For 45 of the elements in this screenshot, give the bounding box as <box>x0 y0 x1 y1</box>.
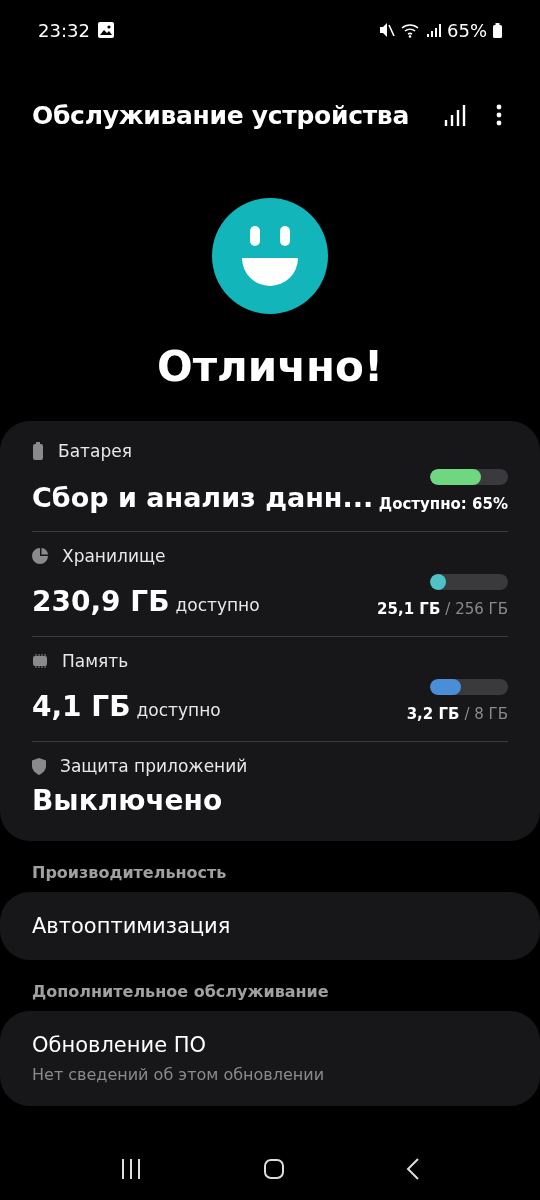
item-title: Обновление ПО <box>32 1033 208 1057</box>
shield-icon <box>32 757 46 775</box>
battery-icon <box>32 442 44 460</box>
back-icon[interactable] <box>405 1158 420 1180</box>
list-item[interactable]: Автооптимизация <box>0 892 540 960</box>
item-label: Батарея <box>58 441 132 461</box>
item-title: Автооптимизация <box>32 914 232 938</box>
item-unit: доступно <box>175 595 260 615</box>
summary-item[interactable]: Хранилище 230,9 ГБ доступно 25,1 ГБ / 256 ГБ <box>32 532 508 637</box>
item-value: 4,1 ГБ <box>32 690 131 723</box>
item-value: 230,9 ГБ <box>32 585 170 618</box>
home-icon[interactable] <box>263 1158 285 1180</box>
item-label: Хранилище <box>62 546 166 566</box>
battery-percent: 65% <box>447 19 487 41</box>
smiley-icon <box>212 198 328 314</box>
used-amount: 25,1 ГБ <box>377 600 441 618</box>
section-title: Дополнительное обслуживание <box>31 981 330 1003</box>
total-amount: / 256 ГБ <box>445 600 508 618</box>
summary-item[interactable]: Защита приложений Выключено <box>32 742 508 835</box>
item-label: Память <box>62 651 129 671</box>
section-title: Производительность <box>31 862 228 884</box>
item-label: Защита приложений <box>60 756 248 776</box>
wifi-icon <box>401 22 421 38</box>
item-reading: Доступно: 65% <box>378 495 508 513</box>
bar-chart-icon <box>444 104 466 126</box>
pie-chart-icon <box>32 548 48 564</box>
more-icon <box>496 104 502 126</box>
item-value: Сбор и анализ данн... <box>32 482 374 513</box>
item-subtitle: Нет сведений об этом обновлении <box>32 1065 326 1084</box>
summary-item[interactable]: Память 4,1 ГБ доступно 3,2 ГБ / 8 ГБ <box>32 637 508 742</box>
clock: 23:32 <box>38 19 90 41</box>
signal-icon <box>427 23 441 37</box>
page-title: Обслуживание устройства <box>32 100 410 130</box>
used-amount: 3,2 ГБ <box>406 705 460 723</box>
list-item[interactable]: Обновление ПО Нет сведений об этом обновлении <box>0 1011 540 1106</box>
summary-item[interactable]: Батарея Сбор и анализ данн... Доступно: 65% <box>32 427 508 532</box>
recent-apps-icon[interactable] <box>120 1158 143 1180</box>
image-icon <box>97 22 114 38</box>
item-value: Выключено <box>32 784 223 817</box>
chip-icon <box>32 653 48 669</box>
total-amount: / 8 ГБ <box>464 705 508 723</box>
item-unit: доступно <box>136 700 221 720</box>
mute-icon <box>379 22 395 38</box>
status-text: Отлично! <box>156 342 384 391</box>
battery-icon <box>493 22 502 38</box>
